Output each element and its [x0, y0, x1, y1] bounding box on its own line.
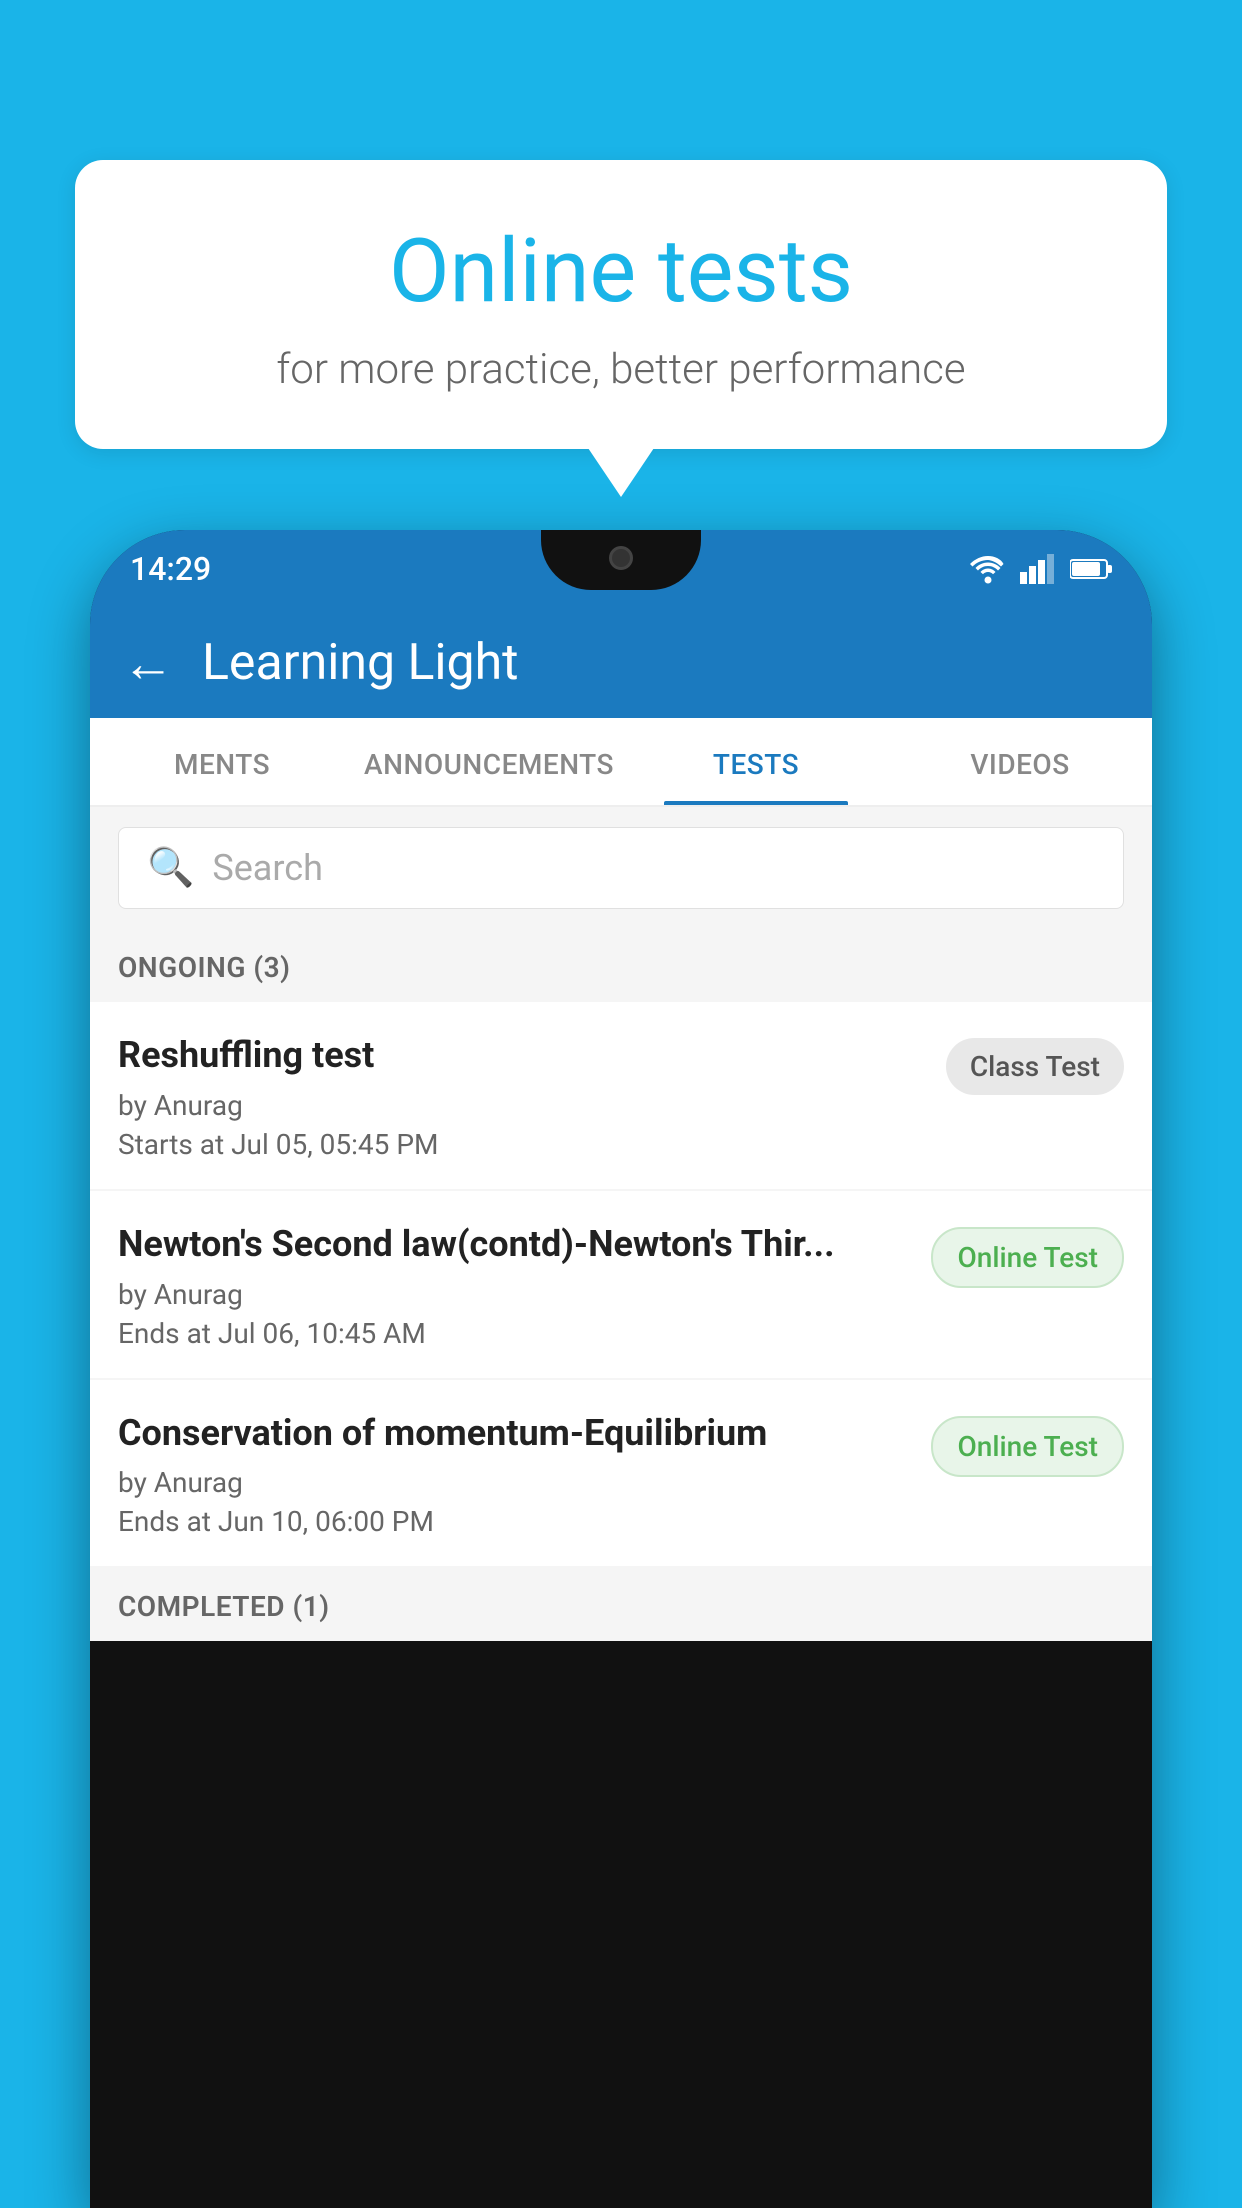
battery-icon [1070, 557, 1112, 581]
content-area: ONGOING (3) Reshuffling test by Anurag S… [90, 929, 1152, 1641]
search-bar[interactable]: 🔍 Search [118, 827, 1124, 909]
search-container: 🔍 Search [90, 807, 1152, 929]
test-by-1: by Anurag [118, 1089, 926, 1122]
speech-bubble: Online tests for more practice, better p… [75, 160, 1167, 449]
completed-section-header: COMPLETED (1) [90, 1568, 1152, 1641]
wifi-icon [970, 554, 1006, 584]
speech-bubble-title: Online tests [125, 220, 1117, 323]
test-item-2[interactable]: Newton's Second law(contd)-Newton's Thir… [90, 1191, 1152, 1378]
tab-ments[interactable]: MENTS [90, 718, 354, 805]
status-bar: 14:29 [90, 530, 1152, 608]
ongoing-section-header: ONGOING (3) [90, 929, 1152, 1002]
test-time-3: Ends at Jun 10, 06:00 PM [118, 1505, 911, 1538]
test-name-2: Newton's Second law(contd)-Newton's Thir… [118, 1221, 911, 1268]
phone-frame: 14:29 [90, 530, 1152, 2208]
phone-notch [541, 530, 701, 590]
status-time: 14:29 [130, 550, 211, 588]
test-badge-3: Online Test [931, 1416, 1124, 1477]
test-by-2: by Anurag [118, 1278, 911, 1311]
test-item-2-left: Newton's Second law(contd)-Newton's Thir… [118, 1221, 931, 1350]
test-time-2: Ends at Jul 06, 10:45 AM [118, 1317, 911, 1350]
test-item-1[interactable]: Reshuffling test by Anurag Starts at Jul… [90, 1002, 1152, 1189]
test-badge-2: Online Test [931, 1227, 1124, 1288]
status-icons [970, 554, 1112, 584]
test-item-3-left: Conservation of momentum-Equilibrium by … [118, 1410, 931, 1539]
test-name-3: Conservation of momentum-Equilibrium [118, 1410, 911, 1457]
app-title: Learning Light [202, 634, 519, 692]
test-badge-1: Class Test [946, 1038, 1124, 1095]
tab-announcements[interactable]: ANNOUNCEMENTS [354, 718, 624, 805]
signal-icon [1020, 554, 1056, 584]
test-time-1: Starts at Jul 05, 05:45 PM [118, 1128, 926, 1161]
tab-videos[interactable]: VIDEOS [888, 718, 1152, 805]
camera [609, 546, 633, 570]
test-by-3: by Anurag [118, 1466, 911, 1499]
test-item-3[interactable]: Conservation of momentum-Equilibrium by … [90, 1380, 1152, 1567]
speech-bubble-subtitle: for more practice, better performance [125, 345, 1117, 394]
test-name-1: Reshuffling test [118, 1032, 926, 1079]
search-placeholder: Search [212, 847, 323, 889]
tab-tests[interactable]: TESTS [624, 718, 888, 805]
search-icon: 🔍 [147, 846, 194, 890]
tab-bar: MENTS ANNOUNCEMENTS TESTS VIDEOS [90, 718, 1152, 807]
back-button[interactable]: ← [122, 633, 174, 694]
test-item-1-left: Reshuffling test by Anurag Starts at Jul… [118, 1032, 946, 1161]
app-bar: ← Learning Light [90, 608, 1152, 718]
